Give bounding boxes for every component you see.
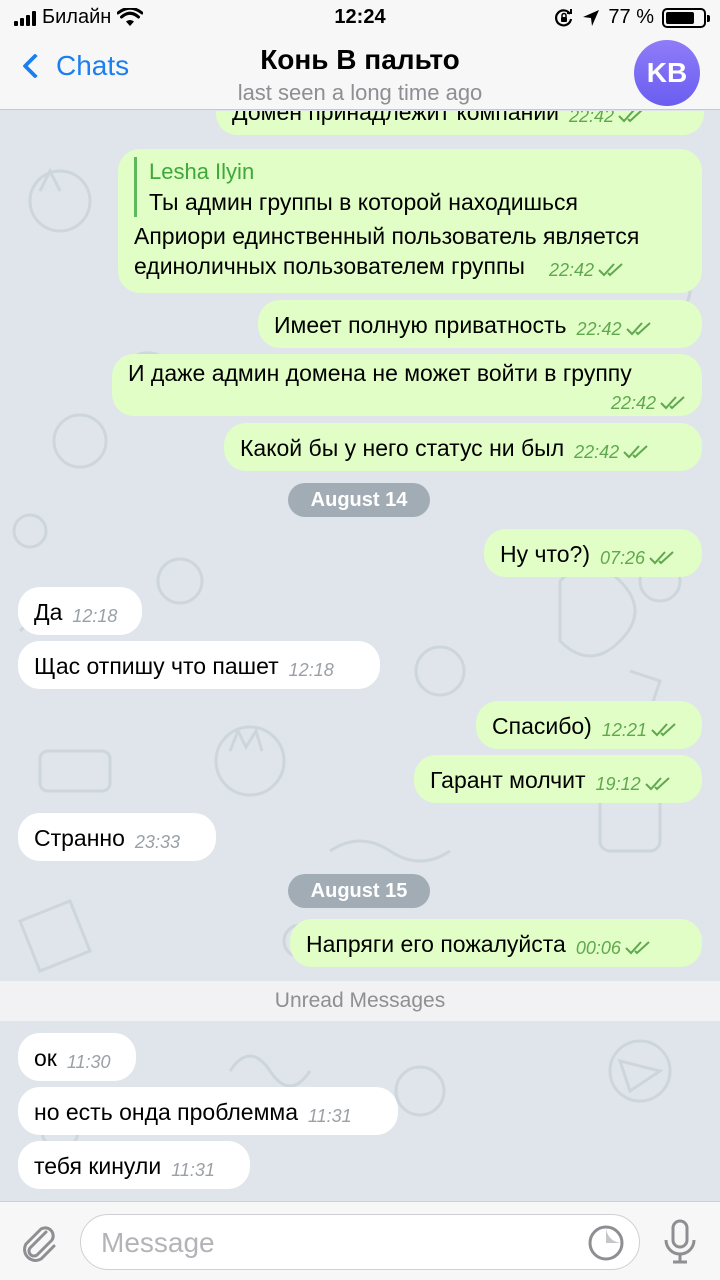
back-button[interactable]: Chats bbox=[18, 50, 129, 82]
message-meta: 22:42 bbox=[569, 111, 644, 131]
message-bubble-incoming[interactable]: тебя кинули 11:31 bbox=[18, 1141, 250, 1189]
nav-bar: Chats Конь В пальто last seen a long tim… bbox=[0, 36, 720, 110]
message-bubble-outgoing[interactable]: Домен принадлежит компании 22:42 bbox=[216, 111, 704, 135]
message-text: единоличных пользователем группы bbox=[134, 253, 525, 279]
double-check-icon bbox=[625, 941, 650, 955]
message-text: но есть онда проблемма bbox=[34, 1099, 298, 1125]
message-meta: 22:42 bbox=[576, 314, 651, 344]
message-text: Домен принадлежит компании bbox=[232, 111, 560, 125]
message-time: 11:30 bbox=[66, 1052, 111, 1072]
message-bubble-outgoing[interactable]: Напряги его пожалуйста 00:06 bbox=[290, 919, 702, 967]
message-bubble-outgoing[interactable]: Ну что?) 07:26 bbox=[484, 529, 702, 577]
message-meta: 11:30 bbox=[67, 1047, 111, 1077]
message-time: 12:18 bbox=[288, 660, 334, 680]
paperclip-icon[interactable] bbox=[16, 1220, 60, 1264]
chat-title: Конь В пальто bbox=[260, 44, 460, 75]
avatar[interactable]: KB bbox=[634, 40, 700, 106]
battery-fill bbox=[666, 11, 694, 24]
quote-text: Ты админ группы в которой находишься bbox=[149, 189, 578, 215]
message-meta: 12:21 bbox=[602, 715, 677, 745]
status-right: 77 % bbox=[554, 6, 710, 29]
unread-messages-divider: Unread Messages bbox=[0, 981, 720, 1021]
message-meta: 22:42 bbox=[574, 437, 649, 467]
message-bubble-outgoing[interactable]: И даже админ домена не может войти в гру… bbox=[112, 354, 702, 416]
message-bubble-incoming[interactable]: ок 11:30 bbox=[18, 1033, 136, 1081]
status-bar: Билайн 12:24 77 % bbox=[0, 0, 720, 36]
message-time: 19:12 bbox=[595, 774, 641, 794]
message-time: 22:42 bbox=[574, 442, 620, 462]
chat-subtitle: last seen a long time ago bbox=[237, 80, 483, 105]
message-meta: 23:33 bbox=[135, 827, 180, 857]
quote-author: Lesha Ilyin bbox=[149, 159, 255, 184]
double-check-icon bbox=[625, 322, 651, 336]
double-check-icon bbox=[660, 396, 685, 410]
message-text: Да bbox=[34, 599, 63, 625]
message-meta: 07:26 bbox=[600, 543, 675, 573]
message-text: Имеет полную приватность bbox=[274, 312, 567, 338]
message-time: 00:06 bbox=[575, 938, 621, 958]
message-meta: 11:31 bbox=[308, 1101, 352, 1131]
chat-area[interactable]: Домен принадлежит компании 22:42 Lesha Il… bbox=[0, 111, 720, 1201]
message-time: 12:18 bbox=[72, 606, 118, 626]
double-check-icon bbox=[644, 777, 670, 791]
message-bubble-incoming[interactable]: Странно 23:33 bbox=[18, 813, 216, 861]
orientation-lock-icon bbox=[555, 8, 573, 26]
double-check-icon bbox=[598, 263, 623, 277]
double-check-icon bbox=[651, 723, 676, 737]
message-input-bar bbox=[0, 1201, 720, 1280]
message-field[interactable] bbox=[80, 1214, 640, 1270]
message-text: Спасибо) bbox=[492, 713, 592, 739]
message-time: 22:42 bbox=[569, 111, 615, 126]
sticker-icon[interactable] bbox=[587, 1224, 625, 1262]
message-time: 22:42 bbox=[548, 260, 595, 280]
date-separator: August 15 bbox=[288, 874, 430, 908]
battery-icon bbox=[662, 7, 710, 28]
date-separator: August 14 bbox=[288, 483, 430, 517]
double-check-icon bbox=[649, 551, 674, 565]
double-check-icon bbox=[618, 111, 643, 123]
message-text: Странно bbox=[34, 825, 125, 851]
message-bubble-outgoing[interactable]: Имеет полную приватность 22:42 bbox=[258, 300, 702, 348]
message-meta: 12:18 bbox=[289, 655, 334, 685]
back-label: Chats bbox=[56, 50, 130, 81]
message-text: Гарант молчит bbox=[430, 767, 586, 793]
message-bubble-outgoing[interactable]: Спасибо) 12:21 bbox=[476, 701, 702, 749]
message-time: 22:42 bbox=[610, 393, 656, 413]
message-text: Напряги его пожалуйста bbox=[306, 931, 566, 957]
message-bubble-incoming[interactable]: Да 12:18 bbox=[18, 587, 142, 635]
message-meta: 11:31 bbox=[171, 1155, 215, 1185]
message-meta: 00:06 bbox=[576, 933, 651, 963]
location-icon bbox=[583, 9, 600, 26]
message-time: 22:42 bbox=[576, 319, 622, 339]
message-text: И даже админ домена не может войти в гру… bbox=[128, 360, 632, 386]
message-bubble-incoming[interactable]: но есть онда проблемма 11:31 bbox=[18, 1087, 398, 1135]
message-text: тебя кинули bbox=[34, 1153, 162, 1179]
message-input[interactable] bbox=[101, 1225, 571, 1261]
message-text: Априори единственный пользователь являет… bbox=[134, 223, 640, 249]
message-bubble-outgoing[interactable]: Какой бы у него статус ни был 22:42 bbox=[224, 423, 702, 471]
message-time: 07:26 bbox=[600, 548, 646, 568]
message-time: 11:31 bbox=[171, 1160, 215, 1180]
message-text: ок bbox=[34, 1045, 57, 1071]
message-text: Щас отпишу что пашет bbox=[34, 653, 279, 679]
message-meta: 22:42 bbox=[611, 390, 686, 416]
battery-percent: 77 % bbox=[608, 6, 654, 28]
message-meta: 22:42 bbox=[549, 255, 624, 285]
message-text: Ну что?) bbox=[500, 541, 591, 567]
message-time: 11:31 bbox=[307, 1106, 352, 1126]
message-bubble-outgoing[interactable]: Гарант молчит 19:12 bbox=[414, 755, 702, 803]
message-text: Какой бы у него статус ни был bbox=[240, 435, 565, 461]
back-chevron-icon bbox=[22, 53, 48, 79]
message-bubble-incoming[interactable]: Щас отпишу что пашет 12:18 bbox=[18, 641, 380, 689]
message-time: 12:21 bbox=[601, 720, 647, 740]
message-meta: 19:12 bbox=[596, 769, 671, 799]
message-bubble-outgoing[interactable]: Lesha Ilyin Ты админ группы в которой на… bbox=[118, 149, 702, 293]
message-meta: 12:18 bbox=[72, 601, 117, 631]
reply-quote[interactable]: Lesha Ilyin Ты админ группы в которой на… bbox=[134, 157, 686, 217]
message-time: 23:33 bbox=[134, 832, 180, 852]
chat-header[interactable]: Конь В пальто last seen a long time ago bbox=[160, 44, 560, 106]
microphone-icon[interactable] bbox=[660, 1218, 700, 1266]
double-check-icon bbox=[623, 445, 648, 459]
